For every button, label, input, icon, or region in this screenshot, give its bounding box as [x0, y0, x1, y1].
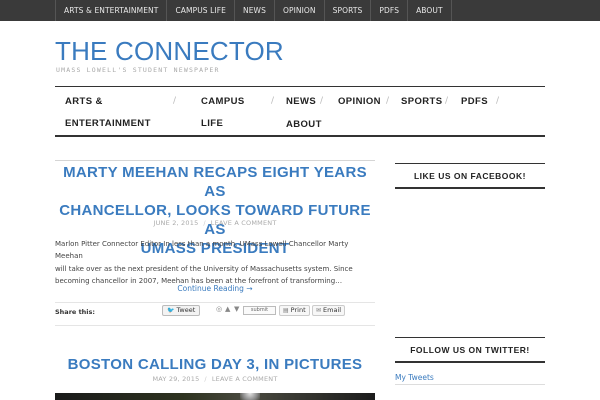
- topnav-campus-life[interactable]: CAMPUS LIFE: [167, 0, 235, 21]
- share-bar: Share this: 🐦 Tweet ◎ ▲ ▼ submit ▤ Print ✉…: [55, 302, 375, 326]
- email-button[interactable]: ✉ Email: [312, 305, 346, 316]
- share-label: Share this:: [55, 308, 96, 316]
- leave-comment-link[interactable]: LEAVE A COMMENT: [211, 219, 277, 227]
- mainnav-separator: /: [173, 96, 177, 106]
- mainnav-opinion[interactable]: OPINION: [338, 96, 381, 107]
- meta-separator: /: [203, 219, 206, 227]
- topnav-news[interactable]: NEWS: [235, 0, 275, 21]
- content-divider: [55, 160, 375, 161]
- post-meta: JUNE 2, 2015 / LEAVE A COMMENT: [55, 219, 375, 227]
- meta-separator: /: [204, 375, 207, 383]
- mainnav-about[interactable]: ABOUT: [286, 119, 322, 130]
- main-navigation: ARTS & ENTERTAINMENT / CAMPUS LIFE / NEW…: [55, 86, 545, 137]
- post-date: MAY 29, 2015: [152, 375, 200, 383]
- mainnav-arts-entertainment[interactable]: ARTS & ENTERTAINMENT: [65, 96, 151, 129]
- twitter-bird-icon: 🐦: [167, 307, 175, 314]
- stumbleupon-widget: ◎ ▲ ▼ submit: [216, 305, 276, 316]
- post-date: JUNE 2, 2015: [153, 219, 199, 227]
- printer-icon: ▤: [283, 307, 289, 314]
- topnav-arts-entertainment[interactable]: ARTS & ENTERTAINMENT: [55, 0, 168, 21]
- top-navigation: ARTS & ENTERTAINMENT CAMPUS LIFE NEWS OP…: [55, 0, 452, 21]
- mainnav-arts-line1: ARTS &: [65, 96, 103, 107]
- post-title-line: MARTY MEEHAN RECAPS EIGHT YEARS AS: [63, 164, 367, 200]
- top-bar: ARTS & ENTERTAINMENT CAMPUS LIFE NEWS OP…: [0, 0, 600, 21]
- widget-divider: [395, 384, 545, 385]
- topnav-sports[interactable]: SPORTS: [325, 0, 372, 21]
- site-title[interactable]: THE CONNECTOR: [55, 36, 284, 67]
- thumb-down-icon[interactable]: ▼: [234, 305, 239, 313]
- post-meta: MAY 29, 2015 / LEAVE A COMMENT: [55, 375, 375, 383]
- mainnav-campus-life[interactable]: CAMPUS LIFE: [201, 96, 245, 129]
- mainnav-news[interactable]: NEWS: [286, 96, 316, 107]
- submit-button[interactable]: submit: [243, 306, 276, 315]
- mainnav-separator: /: [320, 96, 324, 106]
- post-title[interactable]: BOSTON CALLING DAY 3, IN PICTURES: [55, 355, 375, 374]
- mainnav-separator: /: [445, 96, 449, 106]
- my-tweets-link[interactable]: My Tweets: [395, 373, 434, 382]
- post-excerpt: Marlon Pitter Connector Editor In less t…: [55, 238, 375, 287]
- leave-comment-link[interactable]: LEAVE A COMMENT: [212, 375, 278, 383]
- stumbleupon-icon[interactable]: ◎: [216, 305, 222, 313]
- print-button[interactable]: ▤ Print: [279, 305, 310, 316]
- topnav-pdfs[interactable]: PDFS: [371, 0, 409, 21]
- envelope-icon: ✉: [316, 307, 322, 314]
- twitter-widget-title: FOLLOW US ON TWITTER!: [410, 345, 530, 355]
- stage-light: [240, 393, 260, 400]
- mainnav-separator: /: [271, 96, 275, 106]
- excerpt-line: Marlon Pitter Connector Editor In less t…: [55, 240, 349, 261]
- topnav-opinion[interactable]: OPINION: [275, 0, 325, 21]
- tweet-button[interactable]: 🐦 Tweet: [162, 305, 201, 316]
- topnav-about[interactable]: ABOUT: [408, 0, 452, 21]
- print-label: Print: [290, 306, 306, 314]
- facebook-widget-title: LIKE US ON FACEBOOK!: [413, 171, 526, 181]
- excerpt-line: will take over as the next president of …: [55, 264, 353, 273]
- mainnav-pdfs[interactable]: PDFS: [461, 96, 488, 107]
- facebook-widget-header: LIKE US ON FACEBOOK!: [395, 163, 545, 189]
- tweet-label: Tweet: [176, 306, 196, 314]
- thumb-up-icon[interactable]: ▲: [225, 305, 230, 313]
- mainnav-campus-line2: LIFE: [201, 118, 224, 129]
- mainnav-separator: /: [496, 96, 500, 106]
- mainnav-separator: /: [386, 96, 390, 106]
- site-tagline: UMASS LOWELL'S STUDENT NEWSPAPER: [56, 66, 220, 74]
- mainnav-arts-line2: ENTERTAINMENT: [65, 118, 151, 129]
- twitter-widget-header: FOLLOW US ON TWITTER!: [395, 337, 545, 363]
- continue-reading-link[interactable]: Continue Reading →: [55, 284, 375, 293]
- mainnav-campus-line1: CAMPUS: [201, 96, 245, 107]
- mainnav-sports[interactable]: SPORTS: [401, 96, 442, 107]
- email-label: Email: [323, 306, 342, 314]
- post-featured-image[interactable]: [55, 393, 375, 400]
